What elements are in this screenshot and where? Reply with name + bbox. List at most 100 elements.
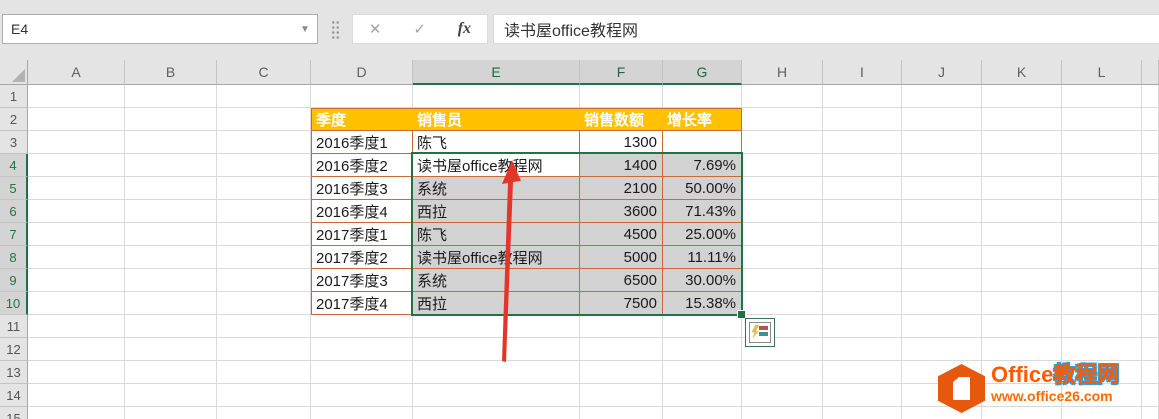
row-header-4[interactable]: 4 [0, 154, 28, 177]
grid-cell[interactable] [28, 200, 125, 223]
column-header-D[interactable]: D [311, 60, 413, 85]
grid-cell[interactable] [1142, 315, 1159, 338]
grid-cell[interactable] [902, 131, 982, 154]
grid-cell[interactable] [28, 177, 125, 200]
grid-cell[interactable] [217, 246, 311, 269]
grid-cell[interactable] [311, 315, 413, 338]
row-header-5[interactable]: 5 [0, 177, 28, 200]
column-header-F[interactable]: F [580, 60, 663, 85]
table-cell[interactable]: 6500 [580, 269, 663, 292]
grid-cell[interactable] [125, 131, 217, 154]
grid-cell[interactable] [742, 292, 823, 315]
table-cell[interactable]: 西拉 [413, 200, 580, 223]
row-header-9[interactable]: 9 [0, 269, 28, 292]
grid-cell[interactable] [902, 200, 982, 223]
grid-cell[interactable] [1062, 154, 1142, 177]
grid-cell[interactable] [1142, 361, 1159, 384]
grid-cell[interactable] [982, 200, 1062, 223]
table-header-cell[interactable]: 增长率 [663, 108, 742, 131]
grid-cell[interactable] [125, 407, 217, 419]
table-cell[interactable]: 2017季度2 [311, 246, 413, 269]
table-cell[interactable]: 25.00% [663, 223, 742, 246]
grid-cell[interactable] [28, 131, 125, 154]
name-box-dropdown-icon[interactable]: ▼ [293, 24, 317, 35]
grid-cell[interactable] [982, 338, 1062, 361]
grid-cell[interactable] [823, 361, 902, 384]
table-header-cell[interactable]: 季度 [311, 108, 413, 131]
grid-cell[interactable] [742, 407, 823, 419]
grid-cell[interactable] [742, 177, 823, 200]
table-cell[interactable]: 7500 [580, 292, 663, 315]
grid-cell[interactable] [1062, 269, 1142, 292]
grid-cell[interactable] [1062, 292, 1142, 315]
grid-cell[interactable] [125, 361, 217, 384]
table-header-cell[interactable]: 销售员 [413, 108, 580, 131]
grid-cell[interactable] [217, 315, 311, 338]
grid-cell[interactable] [1062, 315, 1142, 338]
grid-cell[interactable] [580, 361, 663, 384]
grid-cell[interactable] [663, 384, 742, 407]
row-header-2[interactable]: 2 [0, 108, 28, 131]
grid-cell[interactable] [1142, 384, 1159, 407]
grid-cell[interactable] [125, 108, 217, 131]
row-header-13[interactable]: 13 [0, 361, 28, 384]
grid-cell[interactable] [902, 292, 982, 315]
grid-cell[interactable] [823, 315, 902, 338]
table-cell[interactable]: 读书屋office教程网 [413, 246, 580, 269]
row-header-12[interactable]: 12 [0, 338, 28, 361]
table-cell[interactable]: 系统 [413, 269, 580, 292]
grid-cell[interactable] [311, 384, 413, 407]
formula-bar[interactable]: 读书屋office教程网 [493, 14, 1159, 44]
table-cell[interactable]: 1300 [580, 131, 663, 154]
grid-cell[interactable] [902, 177, 982, 200]
grid-cell[interactable] [125, 223, 217, 246]
grid-cell[interactable] [1062, 131, 1142, 154]
grid-cell[interactable] [580, 315, 663, 338]
grid-cell[interactable] [125, 200, 217, 223]
grid-cell[interactable] [902, 269, 982, 292]
cancel-icon[interactable]: ✕ [369, 20, 382, 38]
grid-cell[interactable] [125, 246, 217, 269]
formula-bar-splitter[interactable] [331, 20, 340, 40]
table-cell[interactable]: 2100 [580, 177, 663, 200]
grid-cell[interactable] [217, 108, 311, 131]
grid-cell[interactable] [125, 315, 217, 338]
grid-cell[interactable] [823, 384, 902, 407]
grid-cell[interactable] [902, 246, 982, 269]
table-cell[interactable]: 7.69% [663, 154, 742, 177]
table-cell[interactable]: 11.11% [663, 246, 742, 269]
row-header-7[interactable]: 7 [0, 223, 28, 246]
grid-cell[interactable] [28, 361, 125, 384]
column-header-G[interactable]: G [663, 60, 742, 85]
grid-cell[interactable] [982, 292, 1062, 315]
column-header-B[interactable]: B [125, 60, 217, 85]
grid-cell[interactable] [1142, 85, 1159, 108]
grid-cell[interactable] [1142, 292, 1159, 315]
grid-cell[interactable] [413, 338, 580, 361]
row-header-1[interactable]: 1 [0, 85, 28, 108]
grid-cell[interactable] [982, 223, 1062, 246]
table-cell[interactable]: 15.38% [663, 292, 742, 315]
grid-cell[interactable] [902, 315, 982, 338]
grid-cell[interactable] [823, 223, 902, 246]
column-header-A[interactable]: A [28, 60, 125, 85]
grid-cell[interactable] [742, 200, 823, 223]
grid-cell[interactable] [28, 154, 125, 177]
column-header-partial[interactable] [1142, 60, 1159, 85]
grid-cell[interactable] [311, 85, 413, 108]
column-header-C[interactable]: C [217, 60, 311, 85]
grid-cell[interactable] [413, 315, 580, 338]
grid-cell[interactable] [28, 407, 125, 419]
grid-cell[interactable] [742, 108, 823, 131]
table-cell[interactable]: 4500 [580, 223, 663, 246]
grid-cell[interactable] [742, 85, 823, 108]
grid-cell[interactable] [580, 384, 663, 407]
grid-cell[interactable] [125, 154, 217, 177]
grid-cell[interactable] [413, 384, 580, 407]
grid-cell[interactable] [902, 338, 982, 361]
grid-cell[interactable] [217, 131, 311, 154]
grid-cell[interactable] [125, 177, 217, 200]
grid-cell[interactable] [125, 338, 217, 361]
grid-cell[interactable] [1142, 269, 1159, 292]
grid-cell[interactable] [1062, 200, 1142, 223]
